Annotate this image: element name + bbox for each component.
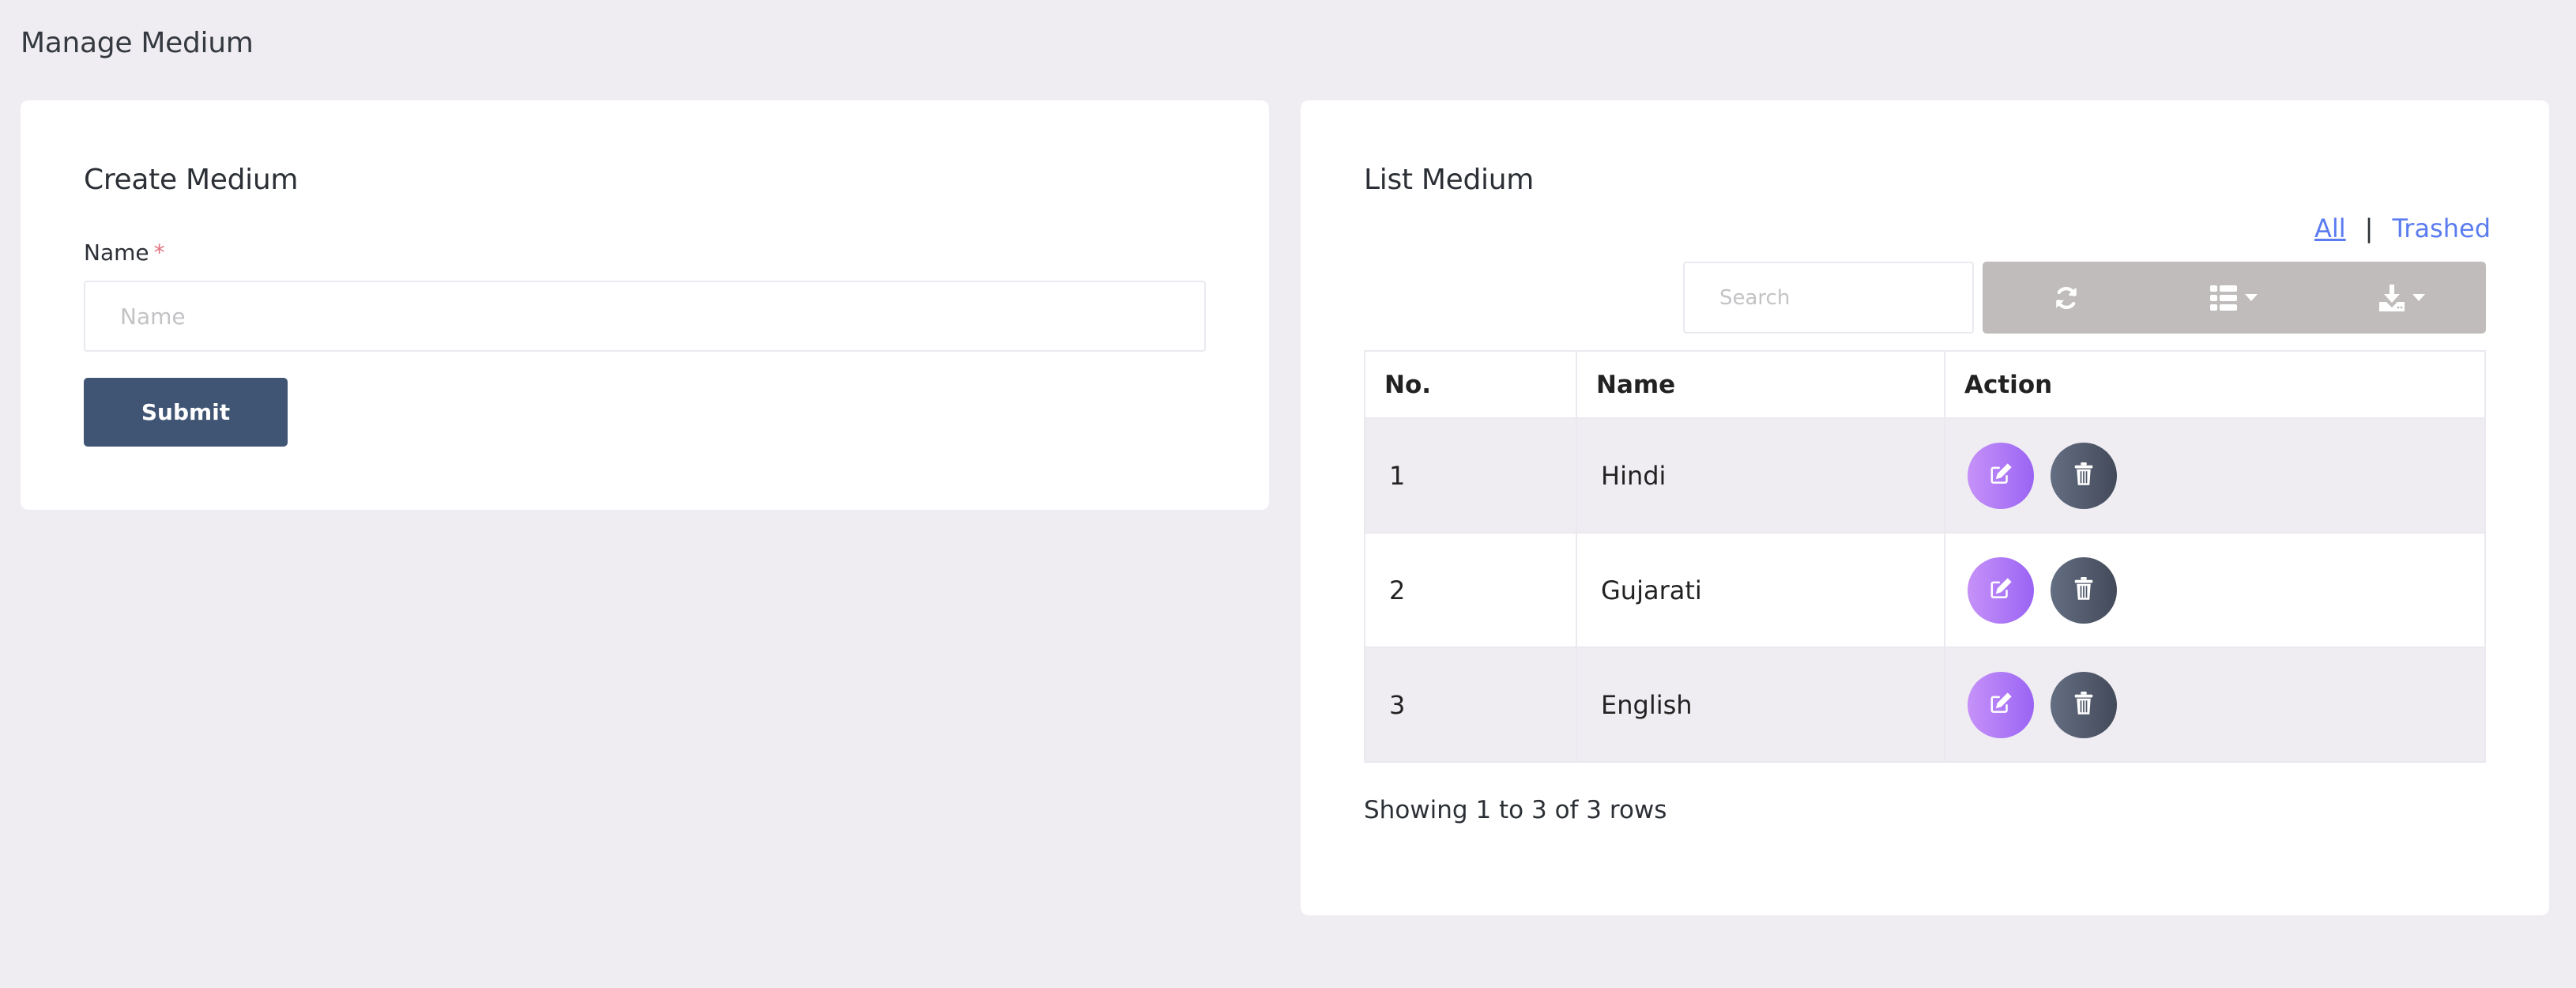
column-header-name[interactable]: Name <box>1576 350 1945 419</box>
cell-actions <box>1944 647 2486 763</box>
edit-button[interactable] <box>1968 442 2034 509</box>
delete-button[interactable] <box>2051 671 2118 738</box>
delete-button[interactable] <box>2051 556 2118 624</box>
export-dropdown-button[interactable] <box>2318 262 2486 334</box>
medium-table: No. Name Action 1 Hindi 2 Gujarati 3 Eng… <box>1364 350 2486 763</box>
refresh-button[interactable] <box>1983 262 2150 334</box>
column-header-action: Action <box>1944 350 2486 419</box>
list-medium-title: List Medium <box>1364 164 1535 196</box>
filter-all-link[interactable]: All <box>2314 213 2346 243</box>
trash-icon <box>2073 577 2094 603</box>
create-medium-card: Create Medium Name* Submit <box>21 100 1269 510</box>
cell-actions <box>1944 417 2486 534</box>
edit-button[interactable] <box>1968 556 2034 624</box>
required-marker: * <box>153 239 165 266</box>
caret-down-icon <box>2245 293 2258 302</box>
caret-down-icon <box>2412 293 2425 302</box>
filter-trashed-link[interactable]: Trashed <box>2392 213 2491 243</box>
page-title: Manage Medium <box>21 27 254 59</box>
cell-no: 3 <box>1364 647 1577 763</box>
refresh-icon <box>2053 285 2080 311</box>
cell-name: Gujarati <box>1576 532 1945 648</box>
name-field-label: Name * <box>84 239 165 266</box>
table-toolbar <box>1983 262 2486 334</box>
edit-button[interactable] <box>1968 671 2034 738</box>
table-row: 1 Hindi <box>1364 417 2486 534</box>
column-header-no[interactable]: No. <box>1364 350 1577 419</box>
cell-actions <box>1944 532 2486 648</box>
filter-separator: | <box>2364 213 2374 243</box>
trash-icon <box>2073 692 2094 718</box>
name-label-text: Name <box>84 239 149 266</box>
create-medium-title: Create Medium <box>84 164 299 196</box>
cell-name: English <box>1576 647 1945 763</box>
name-input[interactable] <box>84 281 1206 352</box>
search-input[interactable] <box>1683 262 1974 334</box>
cell-name: Hindi <box>1576 417 1945 534</box>
table-row: 2 Gujarati <box>1364 532 2486 648</box>
table-header-row: No. Name Action <box>1364 350 2486 419</box>
edit-icon <box>1989 577 2013 603</box>
cell-no: 2 <box>1364 532 1577 648</box>
edit-icon <box>1989 692 2013 718</box>
submit-button[interactable]: Submit <box>84 378 288 447</box>
list-medium-card: List Medium All | Trashed Search No. Nam… <box>1301 100 2549 915</box>
cell-no: 1 <box>1364 417 1577 534</box>
edit-icon <box>1989 462 2013 488</box>
delete-button[interactable] <box>2051 442 2118 509</box>
download-icon <box>2378 284 2405 311</box>
list-icon <box>2210 285 2238 311</box>
trash-icon <box>2073 462 2094 488</box>
table-row: 3 English <box>1364 647 2486 763</box>
columns-dropdown-button[interactable] <box>2150 262 2318 334</box>
pagination-info: Showing 1 to 3 of 3 rows <box>1364 796 1667 824</box>
filter-links: All | Trashed <box>2314 213 2491 243</box>
